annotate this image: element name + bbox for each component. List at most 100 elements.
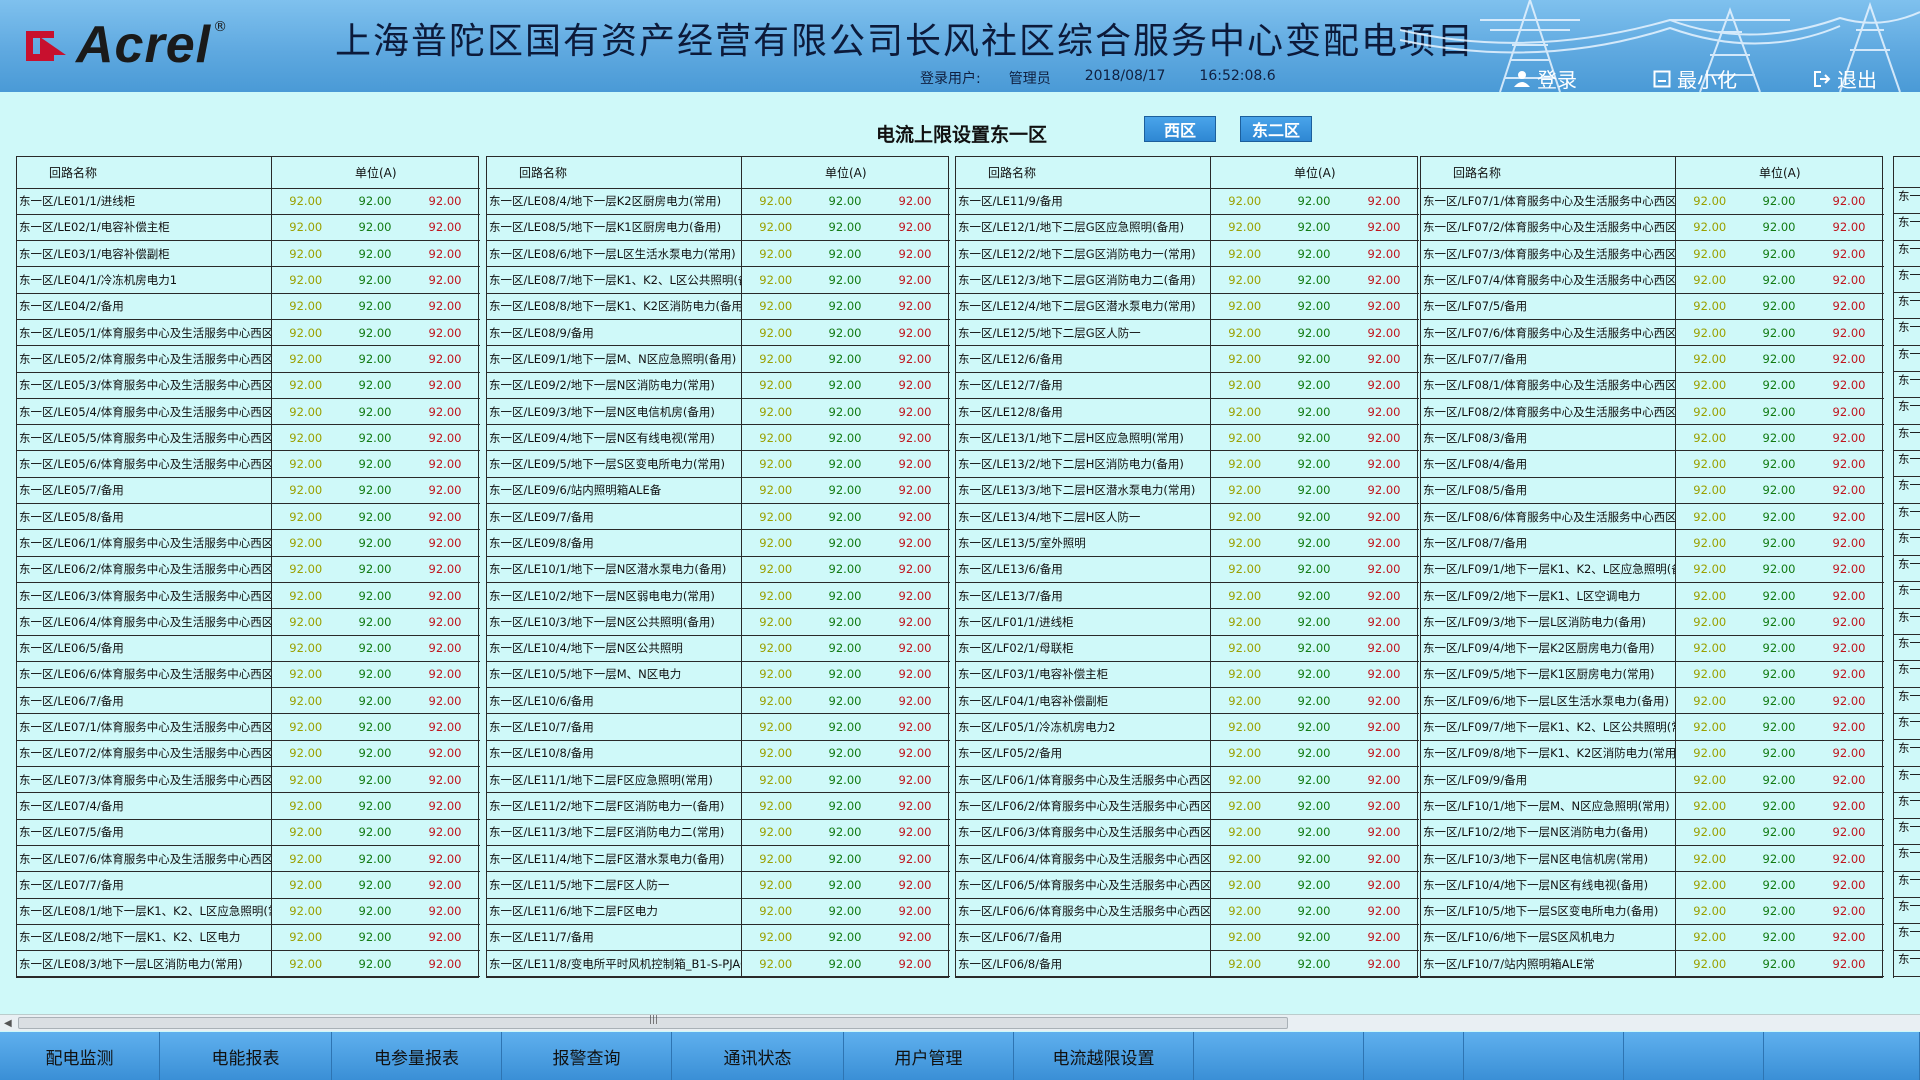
limit-value-3[interactable]: 92.00: [1349, 898, 1420, 925]
limit-value-3[interactable]: 92.00: [1814, 661, 1885, 689]
limit-value-3[interactable]: 92.00: [410, 845, 481, 873]
limit-value-2[interactable]: 92.00: [1279, 582, 1349, 610]
limit-value-1[interactable]: 92.00: [741, 556, 810, 583]
limit-value-1[interactable]: 92.00: [1210, 345, 1279, 373]
limit-value-2[interactable]: 92.00: [810, 819, 880, 846]
limit-value-3[interactable]: 92.00: [1349, 582, 1420, 610]
limit-value-2[interactable]: 92.00: [1279, 871, 1349, 899]
limit-value-3[interactable]: 92.00: [410, 556, 481, 583]
limit-value-1[interactable]: 92.00: [271, 898, 340, 925]
limit-value-1[interactable]: 92.00: [271, 924, 340, 952]
nav-item-0[interactable]: 配电监测: [0, 1032, 160, 1080]
limit-value-1[interactable]: 92.00: [1675, 635, 1744, 662]
limit-value-2[interactable]: 92.00: [1744, 661, 1814, 689]
limit-value-2[interactable]: 92.00: [1744, 266, 1814, 294]
limit-value-2[interactable]: 92.00: [1279, 635, 1349, 662]
limit-value-3[interactable]: 92.00: [880, 819, 951, 846]
limit-value-3[interactable]: 92.00: [880, 266, 951, 294]
limit-value-1[interactable]: 92.00: [1675, 792, 1744, 820]
scroll-thumb[interactable]: |||: [18, 1015, 1288, 1029]
limit-value-1[interactable]: 92.00: [1210, 792, 1279, 820]
limit-value-3[interactable]: 92.00: [1814, 845, 1885, 873]
nav-empty-slot[interactable]: [1624, 1032, 1764, 1080]
limit-value-3[interactable]: 92.00: [1349, 819, 1420, 846]
limit-value-1[interactable]: 92.00: [741, 845, 810, 873]
limit-value-3[interactable]: 92.00: [410, 529, 481, 557]
limit-value-1[interactable]: 92.00: [271, 687, 340, 715]
limit-value-2[interactable]: 92.00: [340, 950, 410, 978]
limit-value-2[interactable]: 92.00: [1279, 450, 1349, 478]
limit-value-2[interactable]: 92.00: [1279, 556, 1349, 583]
limit-value-3[interactable]: 92.00: [410, 687, 481, 715]
limit-value-3[interactable]: 92.00: [1349, 713, 1420, 741]
limit-value-2[interactable]: 92.00: [1279, 529, 1349, 557]
limit-value-2[interactable]: 92.00: [340, 477, 410, 505]
limit-value-3[interactable]: 92.00: [880, 766, 951, 794]
limit-value-3[interactable]: 92.00: [880, 950, 951, 978]
limit-value-2[interactable]: 92.00: [1744, 766, 1814, 794]
limit-value-2[interactable]: 92.00: [1744, 871, 1814, 899]
limit-value-1[interactable]: 92.00: [1675, 713, 1744, 741]
limit-value-1[interactable]: 92.00: [271, 582, 340, 610]
limit-value-1[interactable]: 92.00: [271, 766, 340, 794]
limit-value-2[interactable]: 92.00: [340, 188, 410, 215]
limit-value-2[interactable]: 92.00: [810, 372, 880, 399]
limit-value-2[interactable]: 92.00: [1744, 950, 1814, 978]
limit-value-1[interactable]: 92.00: [1210, 450, 1279, 478]
limit-value-3[interactable]: 92.00: [880, 398, 951, 426]
limit-value-1[interactable]: 92.00: [1210, 582, 1279, 610]
limit-value-1[interactable]: 92.00: [271, 871, 340, 899]
limit-value-2[interactable]: 92.00: [340, 819, 410, 846]
limit-value-3[interactable]: 92.00: [1814, 924, 1885, 952]
limit-value-2[interactable]: 92.00: [1279, 214, 1349, 242]
limit-value-2[interactable]: 92.00: [1279, 293, 1349, 320]
limit-value-3[interactable]: 92.00: [1349, 477, 1420, 505]
limit-value-1[interactable]: 92.00: [271, 214, 340, 242]
limit-value-1[interactable]: 92.00: [1210, 766, 1279, 794]
limit-value-2[interactable]: 92.00: [810, 450, 880, 478]
limit-value-1[interactable]: 92.00: [1675, 503, 1744, 531]
limit-value-3[interactable]: 92.00: [410, 924, 481, 952]
limit-value-2[interactable]: 92.00: [810, 871, 880, 899]
limit-value-2[interactable]: 92.00: [1279, 240, 1349, 268]
limit-value-1[interactable]: 92.00: [1210, 503, 1279, 531]
limit-value-3[interactable]: 92.00: [880, 529, 951, 557]
limit-value-1[interactable]: 92.00: [1675, 477, 1744, 505]
limit-value-1[interactable]: 92.00: [741, 188, 810, 215]
limit-value-1[interactable]: 92.00: [1210, 871, 1279, 899]
limit-value-2[interactable]: 92.00: [810, 950, 880, 978]
limit-value-3[interactable]: 92.00: [880, 661, 951, 689]
limit-value-1[interactable]: 92.00: [271, 661, 340, 689]
limit-value-3[interactable]: 92.00: [1814, 766, 1885, 794]
limit-value-3[interactable]: 92.00: [880, 740, 951, 768]
nav-empty-slot[interactable]: [1364, 1032, 1464, 1080]
limit-value-2[interactable]: 92.00: [340, 214, 410, 242]
limit-value-2[interactable]: 92.00: [1744, 188, 1814, 215]
limit-value-1[interactable]: 92.00: [1675, 950, 1744, 978]
limit-value-1[interactable]: 92.00: [741, 450, 810, 478]
limit-value-2[interactable]: 92.00: [1279, 819, 1349, 846]
limit-value-2[interactable]: 92.00: [1744, 529, 1814, 557]
limit-value-3[interactable]: 92.00: [880, 450, 951, 478]
limit-value-3[interactable]: 92.00: [1814, 635, 1885, 662]
limit-value-3[interactable]: 92.00: [410, 372, 481, 399]
limit-value-1[interactable]: 92.00: [741, 792, 810, 820]
limit-value-1[interactable]: 92.00: [741, 240, 810, 268]
limit-value-1[interactable]: 92.00: [741, 529, 810, 557]
login-button[interactable]: 登录: [1470, 64, 1620, 92]
limit-value-1[interactable]: 92.00: [1675, 871, 1744, 899]
limit-value-2[interactable]: 92.00: [1744, 556, 1814, 583]
limit-value-2[interactable]: 92.00: [340, 266, 410, 294]
limit-value-3[interactable]: 92.00: [1349, 398, 1420, 426]
limit-value-3[interactable]: 92.00: [1349, 214, 1420, 242]
limit-value-1[interactable]: 92.00: [271, 477, 340, 505]
limit-value-2[interactable]: 92.00: [810, 556, 880, 583]
limit-value-1[interactable]: 92.00: [1210, 398, 1279, 426]
limit-value-2[interactable]: 92.00: [810, 240, 880, 268]
limit-value-2[interactable]: 92.00: [340, 792, 410, 820]
limit-value-3[interactable]: 92.00: [1349, 293, 1420, 320]
limit-value-2[interactable]: 92.00: [1744, 608, 1814, 636]
limit-value-3[interactable]: 92.00: [880, 424, 951, 452]
limit-value-1[interactable]: 92.00: [741, 713, 810, 741]
limit-value-3[interactable]: 92.00: [410, 477, 481, 505]
